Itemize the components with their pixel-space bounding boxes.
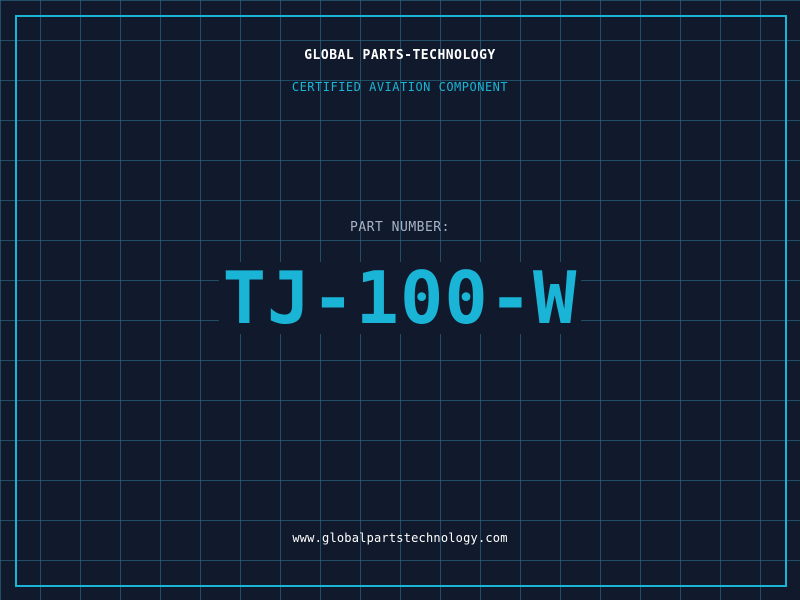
part-number: TJ-100-W: [218, 262, 582, 334]
grid-background: GLOBAL PARTS-TECHNOLOGY CERTIFIED AVIATI…: [0, 0, 800, 600]
company-name: GLOBAL PARTS-TECHNOLOGY: [304, 48, 496, 63]
part-number-container: TJ-100-W: [0, 262, 800, 334]
website-url: www.globalpartstechnology.com: [292, 531, 508, 545]
tagline: CERTIFIED AVIATION COMPONENT: [291, 80, 509, 94]
part-number-label: PART NUMBER:: [350, 220, 450, 235]
